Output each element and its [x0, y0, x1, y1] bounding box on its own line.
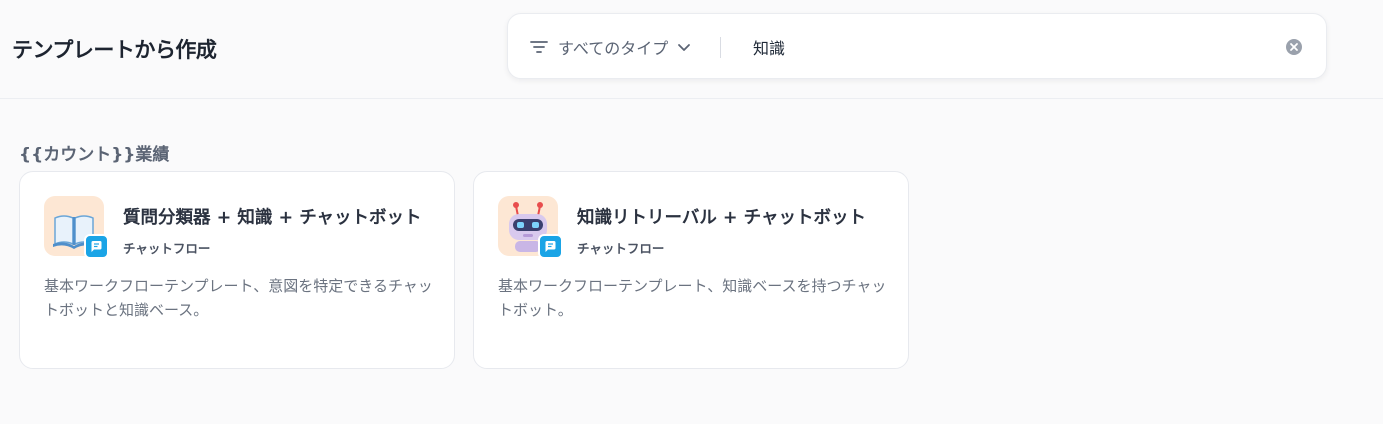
- filter-icon: [528, 36, 550, 58]
- header: テンプレートから作成 すべてのタイプ: [0, 0, 1383, 99]
- clear-icon[interactable]: [1285, 38, 1303, 56]
- template-card[interactable]: 質問分類器 + 知識 + チャットボット チャットフロー 基本ワークフローテンプ…: [19, 171, 455, 369]
- card-description: 基本ワークフローテンプレート、知識ベースを持つチャットボット。: [498, 277, 887, 319]
- card-type: チャットフロー: [577, 241, 665, 256]
- card-title: 知識リトリーバル + チャットボット: [577, 208, 866, 228]
- type-filter-dropdown[interactable]: すべてのタイプ: [528, 32, 692, 62]
- chatflow-badge-icon: [538, 234, 563, 259]
- card-title: 質問分類器 + 知識 + チャットボット: [123, 208, 422, 228]
- template-card[interactable]: 知識リトリーバル + チャットボット チャットフロー 基本ワークフローテンプレー…: [473, 171, 909, 369]
- chevron-down-icon: [676, 39, 692, 55]
- section-title: {{カウント}}業績: [19, 145, 170, 165]
- search-input[interactable]: [753, 31, 1273, 63]
- chatflow-badge-icon: [84, 234, 109, 259]
- card-icon: [498, 196, 563, 259]
- page-title: テンプレートから作成: [12, 38, 217, 62]
- search-panel: すべてのタイプ: [507, 13, 1327, 79]
- search-divider: [720, 37, 721, 58]
- type-filter-label: すべてのタイプ: [558, 39, 669, 58]
- card-description: 基本ワークフローテンプレート、意図を特定できるチャットボットと知識ベース。: [44, 277, 433, 319]
- card-icon: [44, 196, 109, 259]
- card-type: チャットフロー: [123, 241, 211, 256]
